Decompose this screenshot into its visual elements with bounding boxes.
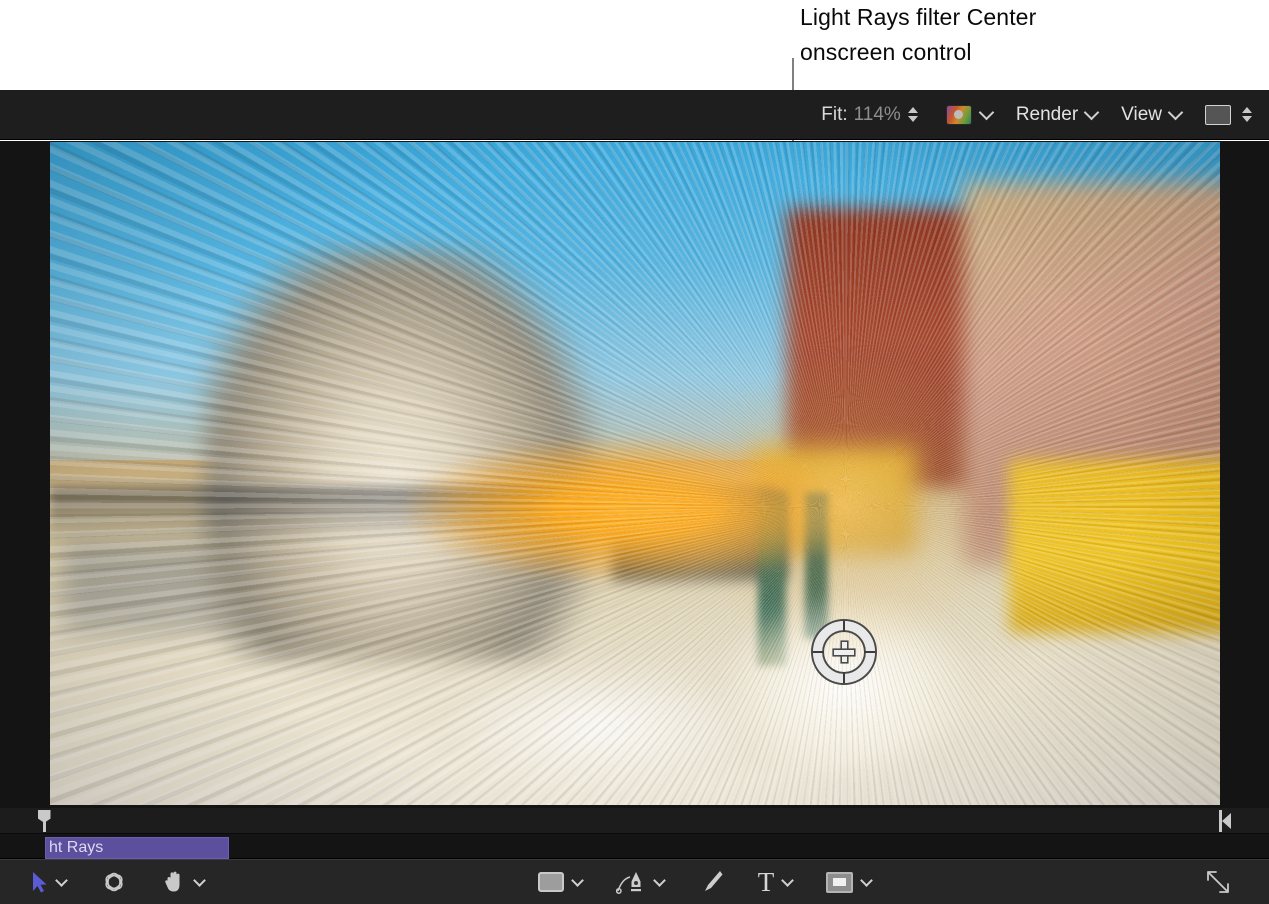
timeline-clip-light-rays[interactable]: ht Rays (45, 837, 229, 859)
zoom-fit-value: 114% (853, 103, 901, 125)
shape-rectangle-tool[interactable] (537, 872, 584, 892)
hand-icon[interactable] (162, 870, 186, 894)
chevron-down-icon[interactable] (1083, 104, 1100, 121)
view-menu[interactable]: View (1121, 103, 1184, 126)
view-menu-label: View (1121, 103, 1162, 125)
timeline-track[interactable]: ht Rays (0, 834, 1269, 859)
canvas-bottom-toolbar: T (0, 859, 1269, 904)
ring-notch-bottom (843, 672, 845, 683)
canvas-top-toolbar: Fit: 114% Render View (0, 90, 1269, 140)
plus-crosshair-icon[interactable] (834, 642, 854, 662)
text-t-icon[interactable]: T (758, 869, 775, 896)
callout-label: Light Rays filter Center onscreen contro… (800, 4, 1037, 65)
bezier-pen-tool[interactable] (615, 869, 666, 895)
paint-brush-tool[interactable] (698, 869, 724, 895)
paint-brush-icon[interactable] (698, 869, 724, 895)
diagonal-resize-arrow-icon[interactable] (1205, 869, 1231, 895)
arrow-cursor-icon[interactable] (32, 871, 48, 893)
zoom-level-control[interactable]: Fit: 114% (821, 103, 920, 127)
chevron-down-icon[interactable] (978, 104, 995, 121)
chevron-down-icon[interactable] (55, 873, 68, 887)
chevron-down-icon[interactable] (860, 873, 874, 887)
chevron-down-icon[interactable] (652, 873, 666, 887)
mask-tool[interactable] (826, 871, 874, 893)
background-square-icon[interactable] (1205, 104, 1231, 125)
ring-notch-top (843, 621, 845, 632)
render-menu-label: Render (1015, 103, 1079, 125)
mask-frame-icon[interactable] (826, 871, 854, 893)
canvas-viewer[interactable] (50, 142, 1220, 805)
chevron-down-icon[interactable] (570, 873, 584, 887)
text-tool[interactable]: T (758, 869, 795, 896)
zoom-fit-label: Fit: (821, 103, 848, 125)
composited-image (50, 142, 1220, 805)
color-swatch-menu[interactable] (945, 104, 995, 125)
select-arrow-tool[interactable] (32, 871, 68, 893)
ring-notch-left (813, 651, 824, 653)
rectangle-shape-icon[interactable] (537, 872, 564, 892)
timeline-ruler[interactable] (0, 808, 1269, 834)
playhead-marker-icon[interactable] (38, 810, 51, 832)
orbit-3d-icon[interactable] (100, 869, 128, 895)
canvas-area (0, 141, 1269, 808)
orbit-3d-tool[interactable] (100, 869, 128, 895)
out-point-marker-icon[interactable] (1219, 810, 1231, 832)
chevron-down-icon[interactable] (1167, 104, 1184, 121)
stepper-up-down-icon[interactable] (907, 103, 920, 127)
light-rays-center-control[interactable] (813, 621, 875, 683)
background-color-control[interactable] (1205, 103, 1253, 127)
ring-notch-right (864, 651, 875, 653)
stepper-up-down-icon[interactable] (1240, 103, 1253, 127)
chevron-down-icon[interactable] (781, 873, 795, 887)
pen-nib-icon[interactable] (615, 869, 646, 895)
chevron-down-icon[interactable] (193, 873, 206, 887)
motion-canvas-window: Light Rays filter Center onscreen contro… (0, 0, 1269, 904)
render-menu[interactable]: Render (1015, 103, 1100, 126)
color-gradient-swatch-icon[interactable] (945, 104, 972, 125)
pan-hand-tool[interactable] (162, 870, 206, 894)
